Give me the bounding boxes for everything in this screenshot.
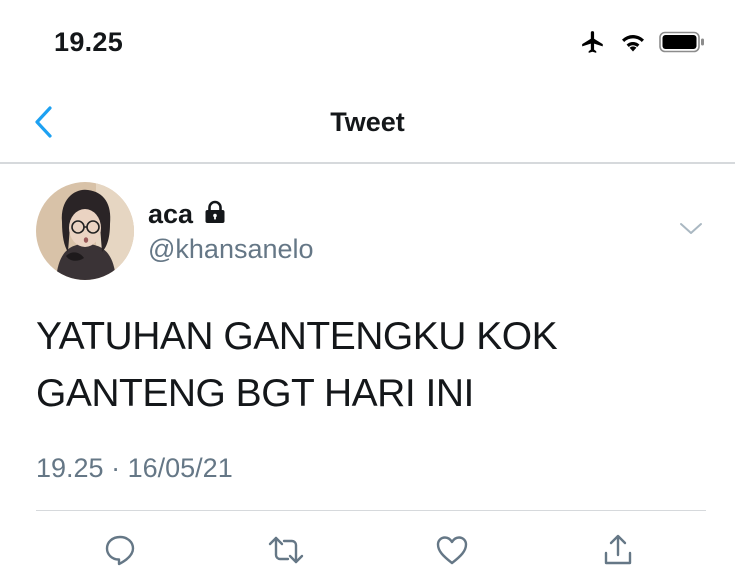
- chevron-down-icon: [679, 222, 703, 241]
- tweet-text: YATUHAN GANTENGKU KOK GANTENG BGT HARI I…: [36, 308, 696, 422]
- tweet-text-line: GANTENG BGT HARI INI: [36, 372, 474, 415]
- display-name-row: aca: [148, 196, 314, 232]
- status-time: 19.25: [54, 27, 124, 57]
- tweet-text-line: YATUHAN GANTENGKU KOK: [36, 315, 558, 358]
- airplane-icon: [579, 29, 607, 60]
- share-icon: [602, 533, 634, 567]
- user-block: aca @khansanelo: [148, 196, 314, 265]
- tweet-date: 16/05/21: [127, 453, 233, 483]
- divider: [36, 510, 706, 511]
- battery-icon: [659, 31, 705, 58]
- tweet-time: 19.25: [36, 453, 104, 483]
- like-icon: [435, 534, 469, 566]
- tweet-meta: 19.25 · 16/05/21: [36, 453, 233, 484]
- tweet-menu-button[interactable]: [676, 218, 706, 244]
- user-handle[interactable]: @khansanelo: [148, 234, 314, 265]
- reply-button[interactable]: [98, 528, 142, 572]
- reply-icon: [103, 533, 137, 567]
- lock-icon: [202, 199, 228, 230]
- display-name[interactable]: aca: [148, 199, 193, 230]
- nav-bar: Tweet: [0, 86, 735, 164]
- page-title: Tweet: [330, 107, 405, 137]
- retweet-icon: [267, 535, 305, 565]
- status-bar: 19.25: [0, 0, 735, 86]
- status-icons: [579, 29, 705, 60]
- tweet-actions: [36, 528, 706, 572]
- meta-separator: ·: [111, 453, 121, 483]
- tweet-header: aca @khansanelo: [36, 182, 706, 282]
- share-button[interactable]: [596, 528, 640, 572]
- like-button[interactable]: [430, 528, 474, 572]
- avatar[interactable]: [36, 182, 134, 280]
- wifi-icon: [618, 30, 648, 59]
- retweet-button[interactable]: [264, 528, 308, 572]
